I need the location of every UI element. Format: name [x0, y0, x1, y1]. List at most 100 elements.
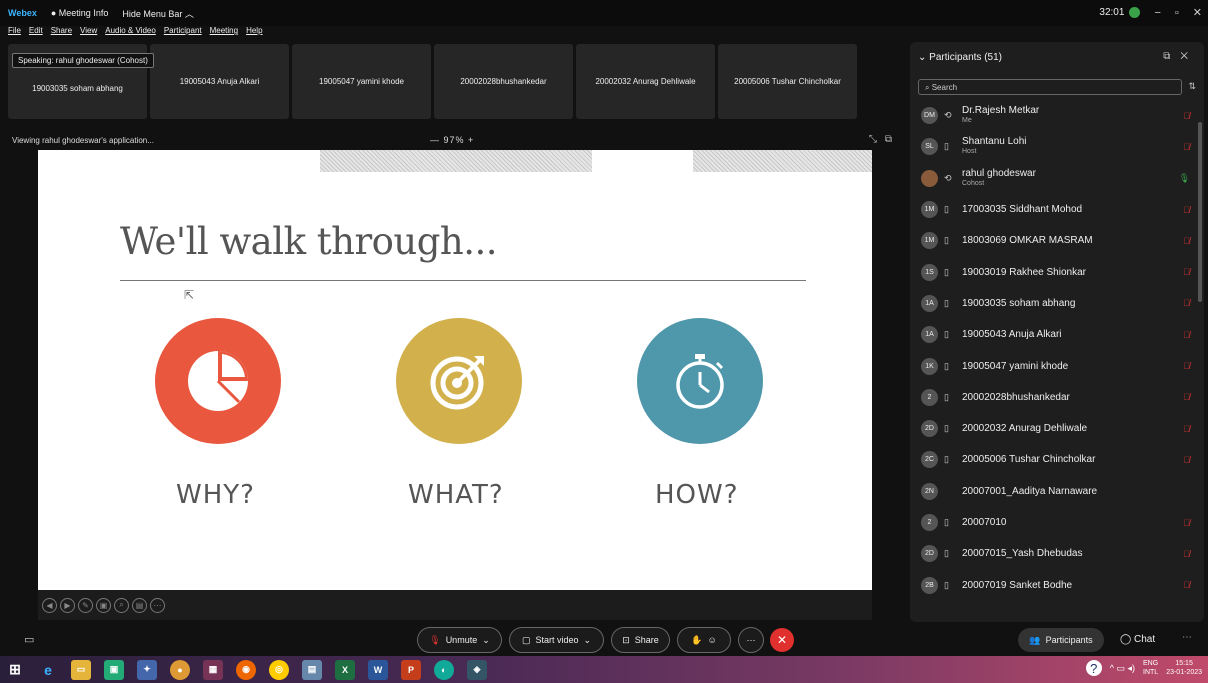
participant-row[interactable]: 1M ▯ 17003035 Siddhant Mohod 🎙̸ — [910, 194, 1198, 225]
clock[interactable]: 15:15 23-01-2023 — [1166, 659, 1202, 677]
leave-meeting-button[interactable]: ✕ — [770, 628, 794, 652]
video-tile[interactable]: 19005043 Anuja Alkari — [150, 44, 289, 119]
firefox-icon[interactable]: ◉ — [236, 659, 256, 680]
tray-icons[interactable]: ^ ▭ ◂) — [1110, 663, 1135, 674]
subtitles-icon[interactable]: ▤ — [132, 597, 147, 613]
video-tile[interactable]: 19005047 yamini khode — [292, 44, 431, 119]
mic-muted-icon[interactable]: 🎙̸ — [1183, 424, 1190, 434]
word-icon[interactable]: W — [368, 659, 388, 680]
participant-row[interactable]: 2N 20007001_Aaditya Narnaware — [910, 476, 1198, 507]
app-icon[interactable]: ● — [170, 659, 190, 680]
prev-slide-icon[interactable]: ◀ — [42, 597, 57, 613]
meeting-info-button[interactable]: ● Meeting Info — [51, 8, 108, 18]
chevron-down-icon: ⌄ — [482, 634, 490, 645]
restore-button[interactable]: ▫ — [1175, 7, 1179, 19]
store-icon[interactable]: ▣ — [104, 659, 124, 680]
copy-icon[interactable]: ▣ — [96, 597, 111, 613]
more-panel-icon[interactable]: ⋯ — [1182, 632, 1192, 643]
participant-row[interactable]: 1S ▯ 19003019 Rakhee Shionkar 🎙̸ — [910, 256, 1198, 287]
mic-muted-icon[interactable]: 🎙̸ — [1183, 361, 1190, 371]
participant-row[interactable]: 1A ▯ 19005043 Anuja Alkari 🎙̸ — [910, 319, 1198, 350]
participant-scrollbar[interactable] — [1198, 122, 1202, 302]
powerpoint-icon[interactable]: P — [401, 659, 421, 680]
zoom-icon[interactable]: ⌕ — [114, 597, 129, 613]
participant-row[interactable]: 2D ▯ 20002032 Anurag Dehliwale 🎙̸ — [910, 413, 1198, 444]
menu-audio-video[interactable]: Audio & Video — [105, 26, 156, 40]
participant-row[interactable]: 1A ▯ 19003035 soham abhang 🎙̸ — [910, 288, 1198, 319]
reactions-button[interactable]: ✋ ☺ — [677, 627, 731, 653]
mic-muted-icon[interactable]: 🎙̸ — [1183, 142, 1190, 152]
webex-taskbar-icon[interactable]: ◈ — [467, 659, 487, 680]
share-button[interactable]: ⊡ Share — [611, 627, 670, 653]
file-explorer-icon[interactable]: ▭ — [71, 659, 91, 680]
participant-row[interactable]: ⟲ rahul ghodeswar Cohost 🎙 — [910, 163, 1198, 194]
avatar: 2D — [921, 545, 938, 563]
unmute-button[interactable]: 🎙 Unmute ⌄ — [417, 627, 502, 653]
chevron-down-icon: ⌄ — [583, 634, 592, 645]
video-tile[interactable]: 20002028bhushankedar — [434, 44, 573, 119]
more-icon[interactable]: ⋯ — [150, 597, 165, 613]
sort-icon[interactable]: ⇅ — [1188, 81, 1196, 92]
menu-file[interactable]: File — [8, 26, 21, 40]
menu-help[interactable]: Help — [246, 26, 262, 40]
time-text: 15:15 — [1175, 660, 1193, 667]
panel-header-icons[interactable]: ⧉✕ — [1163, 51, 1198, 62]
language-indicator[interactable]: ENG INTL — [1143, 659, 1158, 677]
zoom-control[interactable]: — 97% + — [430, 135, 474, 145]
menu-participant[interactable]: Participant — [164, 26, 202, 40]
participants-header[interactable]: ⌄ Participants (51) — [918, 52, 1002, 63]
mic-muted-icon[interactable]: 🎙̸ — [1183, 111, 1190, 121]
participant-row[interactable]: 1K ▯ 19005047 yamini khode 🎙̸ — [910, 350, 1198, 381]
participant-row[interactable]: SL ▯ Shantanu Lohi Host 🎙̸ — [910, 131, 1198, 162]
menu-meeting[interactable]: Meeting — [210, 26, 238, 40]
mic-muted-icon[interactable]: 🎙̸ — [1183, 330, 1190, 340]
participant-row[interactable]: 2D ▯ 20007015_Yash Dhebudas 🎙̸ — [910, 538, 1198, 569]
notepad-icon[interactable]: ▤ — [302, 659, 322, 680]
more-options-button[interactable]: ⋯ — [738, 627, 764, 653]
next-slide-icon[interactable]: ▶ — [60, 597, 75, 613]
close-button[interactable]: ✕ — [1193, 6, 1202, 19]
minimize-button[interactable]: − — [1154, 7, 1160, 19]
mic-muted-icon[interactable]: 🎙̸ — [1183, 392, 1190, 402]
participant-row[interactable]: 2 ▯ 20007010 🎙̸ — [910, 507, 1198, 538]
chat-button[interactable]: ◯ Chat — [1120, 634, 1155, 645]
menu-view[interactable]: View — [80, 26, 97, 40]
mic-muted-icon[interactable]: 🎙̸ — [1183, 455, 1190, 465]
video-tile[interactable]: 20005006 Tushar Chincholkar — [718, 44, 857, 119]
mic-on-icon[interactable]: 🎙 — [1179, 173, 1190, 184]
avatar: 1S — [921, 263, 938, 281]
mic-muted-icon[interactable]: 🎙̸ — [1183, 298, 1190, 308]
participant-row[interactable]: DM ⟲ Dr.Rajesh Metkar Me 🎙̸ — [910, 100, 1198, 131]
mic-muted-icon[interactable]: 🎙̸ — [1183, 549, 1190, 559]
mic-muted-icon[interactable]: 🎙̸ — [1183, 518, 1190, 528]
chrome-icon[interactable]: ◎ — [269, 659, 289, 680]
tool-icon[interactable]: ✦ — [137, 659, 157, 680]
start-video-button[interactable]: ▢ Start video ⌄ — [509, 627, 604, 653]
view-options-icons[interactable]: ⤡⧉ — [869, 134, 900, 145]
mic-muted-icon[interactable]: 🎙̸ — [1183, 236, 1190, 246]
help-icon[interactable]: ? — [1085, 660, 1102, 676]
participant-search-input[interactable]: ⌕ Search — [918, 79, 1182, 95]
menu-share[interactable]: Share — [51, 26, 72, 40]
photos-icon[interactable]: ▦ — [203, 659, 223, 680]
layout-text: INTL — [1143, 669, 1159, 676]
pen-icon[interactable]: ✎ — [78, 597, 93, 613]
mic-muted-icon[interactable]: 🎙̸ — [1183, 267, 1190, 277]
device-icon: ▯ — [944, 454, 949, 465]
participant-row[interactable]: 2 ▯ 20002028bhushankedar 🎙̸ — [910, 382, 1198, 413]
device-icon: ▯ — [944, 235, 949, 246]
participant-row[interactable]: 1M ▯ 18003069 OMKAR MASRAM 🎙̸ — [910, 225, 1198, 256]
windows-start-icon[interactable]: ⊞ — [5, 660, 25, 680]
participant-row[interactable]: 2C ▯ 20005006 Tushar Chincholkar 🎙̸ — [910, 444, 1198, 475]
mic-muted-icon[interactable]: 🎙̸ — [1183, 580, 1190, 590]
menu-edit[interactable]: Edit — [29, 26, 43, 40]
excel-icon[interactable]: X — [335, 659, 355, 680]
edge-icon[interactable]: ◐ — [434, 659, 454, 680]
edge-legacy-icon[interactable]: e — [38, 660, 58, 680]
captions-icon[interactable]: ▭ — [24, 633, 34, 646]
participants-button[interactable]: 👥 Participants — [1018, 628, 1104, 652]
participant-row[interactable]: 2B ▯ 20007019 Sanket Bodhe 🎙̸ — [910, 569, 1198, 600]
video-tile[interactable]: 20002032 Anurag Dehliwale — [576, 44, 715, 119]
mic-muted-icon[interactable]: 🎙̸ — [1183, 205, 1190, 215]
hide-menu-bar-button[interactable]: Hide Menu Bar ︿ — [122, 7, 194, 20]
